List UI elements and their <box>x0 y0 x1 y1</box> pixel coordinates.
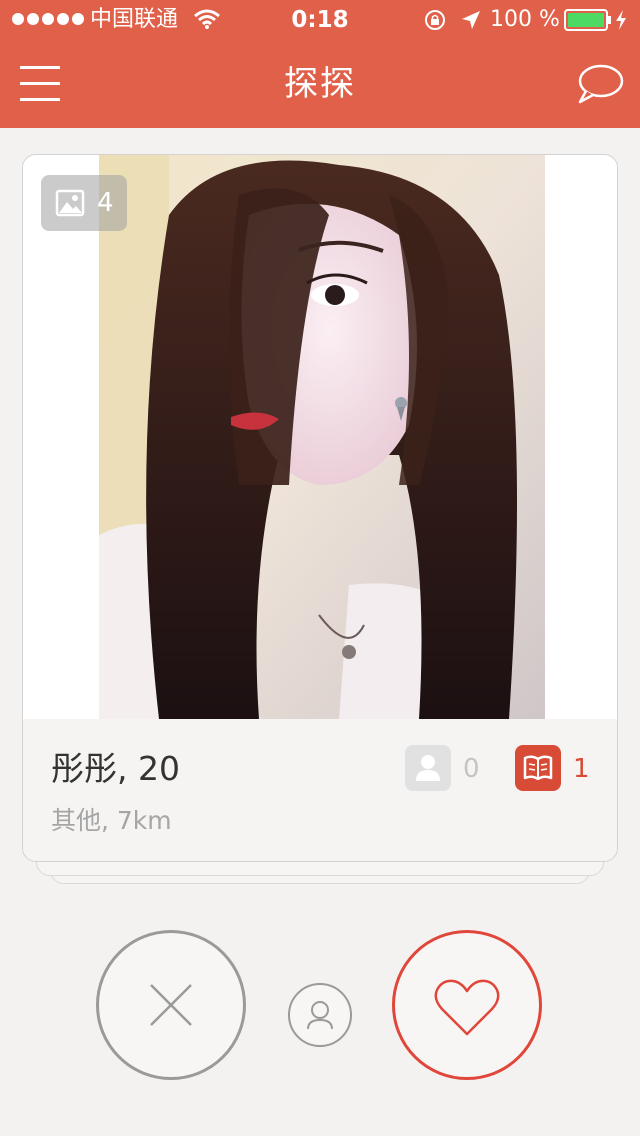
charging-bolt-icon <box>616 10 626 30</box>
chat-bubble-icon <box>578 64 624 104</box>
page-title: 探探 <box>284 64 356 104</box>
top-bar: 中国联通 0:18 100 % 探探 <box>0 0 640 128</box>
chat-button[interactable] <box>574 62 626 106</box>
common-friends-count: 0 <box>463 754 480 784</box>
photo-count-badge[interactable]: 4 <box>41 175 127 231</box>
battery-icon <box>564 9 611 31</box>
close-x-icon <box>150 984 192 1026</box>
image-gallery-icon <box>55 189 85 217</box>
moments-badge[interactable] <box>515 745 561 791</box>
like-button[interactable] <box>392 930 542 1080</box>
nope-button[interactable] <box>96 930 246 1080</box>
user-profile-icon <box>307 1001 333 1030</box>
moments-count: 1 <box>573 754 590 784</box>
profile-photo[interactable] <box>99 155 545 719</box>
profile-name-age: 彤彤, 20 <box>51 749 180 788</box>
profile-card[interactable]: 4 彤彤, 20 其他, 7km 0 1 <box>22 154 618 862</box>
heart-icon <box>434 979 500 1036</box>
profile-meta: 其他, 7km <box>51 806 172 835</box>
view-profile-button[interactable] <box>288 983 352 1047</box>
photo-count: 4 <box>97 188 114 218</box>
location-arrow-icon <box>462 11 480 29</box>
status-bar: 中国联通 0:18 100 % <box>0 0 640 40</box>
common-friends-badge[interactable] <box>405 745 451 791</box>
user-icon <box>416 755 440 781</box>
battery-percent: 100 % <box>490 7 560 32</box>
profile-info: 彤彤, 20 其他, 7km 0 1 <box>23 719 617 861</box>
book-icon <box>523 755 553 781</box>
photo-area: 4 <box>23 155 617 719</box>
profile-photo-image <box>99 155 545 719</box>
nav-bar: 探探 <box>0 40 640 128</box>
rotation-lock-icon <box>425 10 445 30</box>
